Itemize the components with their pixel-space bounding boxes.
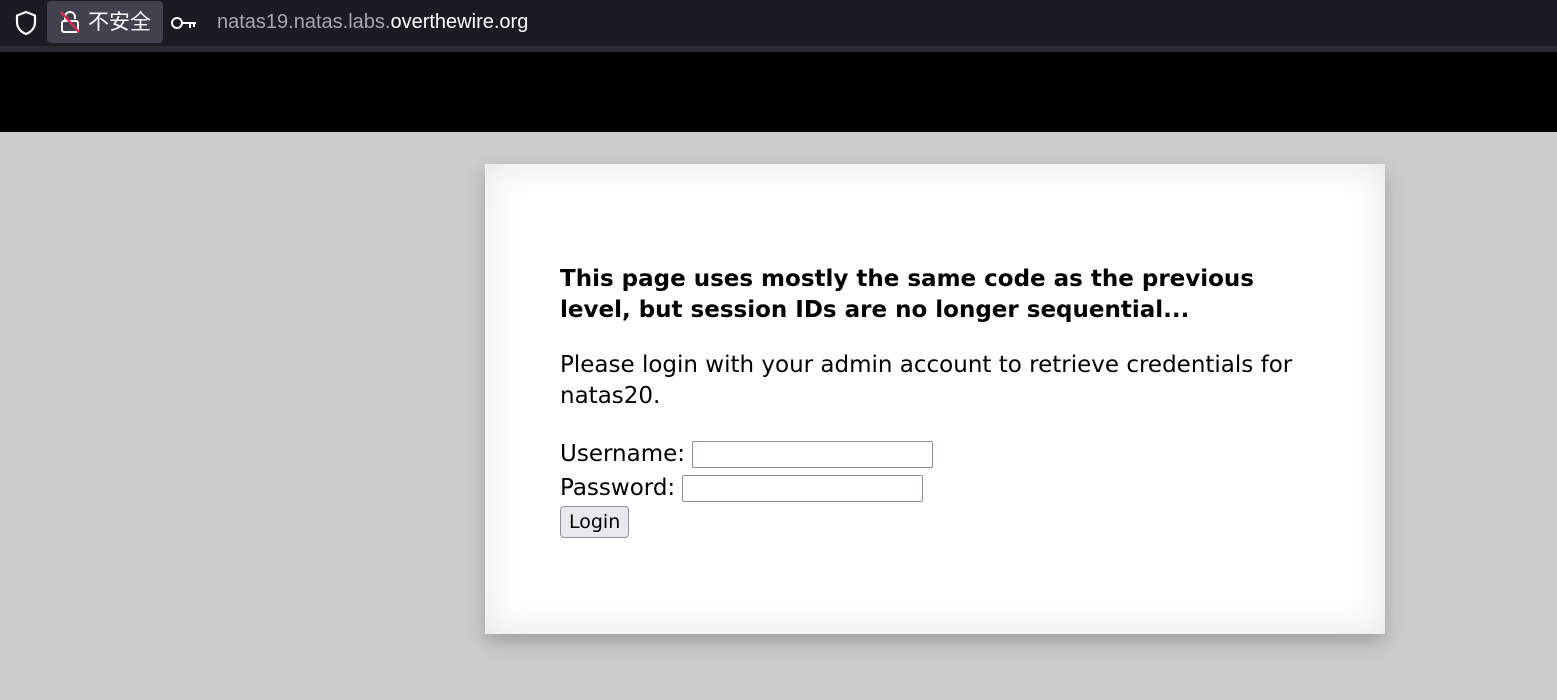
url-domain: overthewire.org <box>390 11 529 33</box>
url-subdomain: natas19.natas.labs. <box>217 11 391 33</box>
content-body: This page uses mostly the same code as t… <box>560 264 1310 538</box>
page-heading: This page uses mostly the same code as t… <box>560 266 1254 323</box>
username-input[interactable] <box>692 440 933 468</box>
key-icon[interactable] <box>170 13 198 33</box>
content-panel: This page uses mostly the same code as t… <box>485 164 1385 634</box>
username-row: Username: <box>560 437 1310 471</box>
insecure-lock-icon <box>59 10 81 34</box>
site-header-band <box>0 52 1557 132</box>
shield-icon[interactable] <box>13 10 39 36</box>
password-input[interactable] <box>682 474 924 502</box>
login-form: Username: Password: Login <box>560 437 1310 538</box>
password-label: Password: <box>560 475 676 501</box>
username-label: Username: <box>560 441 685 467</box>
intro-text: Please login with your admin account to … <box>560 352 1293 409</box>
address-bar[interactable]: natas19.natas.labs.overthewire.org <box>217 8 528 36</box>
security-indicator[interactable]: 不安全 <box>47 1 163 43</box>
login-button[interactable]: Login <box>560 506 630 538</box>
password-row: Password: <box>560 471 1310 505</box>
security-label: 不安全 <box>88 10 151 34</box>
browser-toolbar: 不安全 natas19.natas.labs.overthewire.org <box>0 0 1557 46</box>
